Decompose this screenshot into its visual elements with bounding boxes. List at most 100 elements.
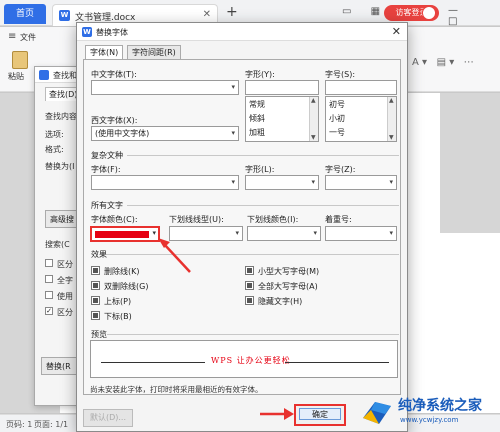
font-size-option[interactable]: 初号 xyxy=(329,99,345,110)
font-style-option[interactable]: 常规 xyxy=(249,99,265,110)
chevron-down-icon: ▾ xyxy=(231,178,235,186)
chinese-font-combo[interactable]: ▾ xyxy=(91,80,239,95)
new-tab-button[interactable]: + xyxy=(226,4,238,20)
watermark-logo-icon xyxy=(363,402,391,424)
subscript-label: 下标(B) xyxy=(104,312,132,321)
complex-font-combo[interactable]: ▾ xyxy=(91,175,239,190)
preview-box: WPS 让办公更轻松 xyxy=(90,340,398,378)
close-tab-icon[interactable]: ✕ xyxy=(203,9,211,20)
replace-button[interactable]: 替换(R xyxy=(41,357,77,375)
superscript-label: 上标(P) xyxy=(104,297,132,306)
superscript-checkbox[interactable] xyxy=(91,296,100,305)
scroll-up-icon[interactable]: ▲ xyxy=(311,97,316,104)
ok-button[interactable]: 确定 xyxy=(294,404,346,426)
site-watermark: 纯净系统之家 www.ycwjzy.com xyxy=(360,390,500,432)
find-option-label-3: 使用 xyxy=(57,292,73,301)
small-caps-checkbox[interactable] xyxy=(245,266,254,275)
find-option-checkbox-3[interactable] xyxy=(45,291,53,299)
search-label: 搜索(C xyxy=(45,240,70,249)
avatar[interactable] xyxy=(422,6,436,20)
strikethrough-checkbox[interactable] xyxy=(91,266,100,275)
preview-baseline-right xyxy=(285,362,389,363)
font-size-label: 字号(S): xyxy=(325,70,356,79)
paste-icon[interactable] xyxy=(12,51,28,69)
font-style-option[interactable]: 加粗 xyxy=(249,127,265,138)
hamburger-menu-icon[interactable]: ≡ xyxy=(8,31,16,42)
underline-style-label: 下划线线型(U): xyxy=(169,215,224,224)
font-size-option[interactable]: 小初 xyxy=(329,113,345,124)
hidden-text-checkbox[interactable] xyxy=(245,296,254,305)
font-style-input[interactable] xyxy=(245,80,319,95)
find-option-label-2: 全字 xyxy=(57,276,73,285)
subscript-checkbox[interactable] xyxy=(91,311,100,320)
scrollbar[interactable]: ▲ ▼ xyxy=(387,97,396,141)
file-menu[interactable]: 文件 xyxy=(20,32,36,43)
font-style-option[interactable]: 倾斜 xyxy=(249,113,265,124)
ribbon-tools[interactable]: A ▾ ▤ ▾ ⋯ xyxy=(412,57,492,75)
scrollbar[interactable]: ▲ ▼ xyxy=(309,97,318,141)
options-label: 选项: xyxy=(45,130,64,139)
complex-font-label: 字体(F): xyxy=(91,165,121,174)
complex-size-combo[interactable]: ▾ xyxy=(325,175,397,190)
divider xyxy=(127,155,399,156)
double-strikethrough-checkbox[interactable] xyxy=(91,281,100,290)
western-font-value: (使用中文字体) xyxy=(95,129,150,138)
dialog-title: 替换字体 xyxy=(96,28,128,37)
complex-style-combo[interactable]: ▾ xyxy=(245,175,319,190)
page-number: 页码: 1 xyxy=(6,420,33,429)
tab-font[interactable]: 字体(N) xyxy=(85,45,124,60)
watermark-url: www.ycwjzy.com xyxy=(400,416,459,424)
all-text-section: 所有文字 xyxy=(91,201,123,210)
underline-color-combo[interactable]: ▾ xyxy=(247,226,321,241)
scroll-up-icon[interactable]: ▲ xyxy=(389,97,394,104)
preview-section: 预览 xyxy=(91,330,107,339)
wps-writer-icon: W xyxy=(59,10,70,21)
find-content-label: 查找内容 xyxy=(45,112,77,121)
complex-script-section: 复杂文种 xyxy=(91,151,123,160)
preview-text: WPS 让办公更轻松 xyxy=(211,356,291,365)
font-size-input[interactable] xyxy=(325,80,397,95)
chevron-down-icon: ▾ xyxy=(235,229,239,237)
wps-icon: W xyxy=(82,27,92,37)
preview-baseline-left xyxy=(101,362,205,363)
annotation-arrow-icon xyxy=(158,238,191,273)
find-dialog-title: 查找和 xyxy=(53,71,77,80)
western-font-label: 西文字体(X): xyxy=(91,116,138,125)
ok-button-label: 确定 xyxy=(299,408,341,420)
complex-size-label: 字号(Z): xyxy=(325,165,356,174)
emphasis-mark-combo[interactable]: ▾ xyxy=(325,226,397,241)
scroll-down-icon[interactable]: ▼ xyxy=(311,134,316,141)
find-option-checkbox-1[interactable] xyxy=(45,259,53,267)
font-style-label: 字形(Y): xyxy=(245,70,275,79)
tab-character-spacing[interactable]: 字符间距(R) xyxy=(127,45,181,60)
dialog-titlebar: W 替换字体 ✕ xyxy=(77,23,407,41)
close-icon[interactable]: ✕ xyxy=(392,25,401,38)
scroll-down-icon[interactable]: ▼ xyxy=(389,134,394,141)
small-caps-label: 小型大写字母(M) xyxy=(258,267,320,276)
annotation-arrow-icon xyxy=(260,408,294,420)
window-layout-icons[interactable]: ▭ ▦ xyxy=(342,6,388,17)
home-tab[interactable]: 首页 xyxy=(4,4,46,24)
all-caps-checkbox[interactable] xyxy=(245,281,254,290)
divider xyxy=(107,334,399,335)
find-option-label-4: 区分 xyxy=(57,308,73,317)
all-caps-label: 全部大写字母(A) xyxy=(258,282,318,291)
paste-label[interactable]: 粘贴 xyxy=(8,71,24,82)
chinese-font-label: 中文字体(T): xyxy=(91,70,137,79)
western-font-combo[interactable]: (使用中文字体) ▾ xyxy=(91,126,239,141)
font-size-option[interactable]: 一号 xyxy=(329,127,345,138)
complex-style-label: 字形(L): xyxy=(245,165,275,174)
find-option-label-1: 区分 xyxy=(57,260,73,269)
find-option-checkbox-4[interactable]: ✓ xyxy=(45,307,53,315)
find-option-checkbox-2[interactable] xyxy=(45,275,53,283)
chevron-down-icon: ▾ xyxy=(231,129,235,137)
divider xyxy=(127,205,399,206)
default-button[interactable]: 默认(D)... xyxy=(83,409,133,427)
chevron-down-icon: ▾ xyxy=(231,83,235,91)
chevron-down-icon: ▾ xyxy=(389,229,393,237)
font-size-list[interactable]: 初号 小初 一号 ▲ ▼ xyxy=(325,96,397,142)
effects-section: 效果 xyxy=(91,250,107,259)
font-style-list[interactable]: 常规 倾斜 加粗 ▲ ▼ xyxy=(245,96,319,142)
chevron-down-icon: ▾ xyxy=(311,178,315,186)
double-strikethrough-label: 双删除线(G) xyxy=(104,282,149,291)
